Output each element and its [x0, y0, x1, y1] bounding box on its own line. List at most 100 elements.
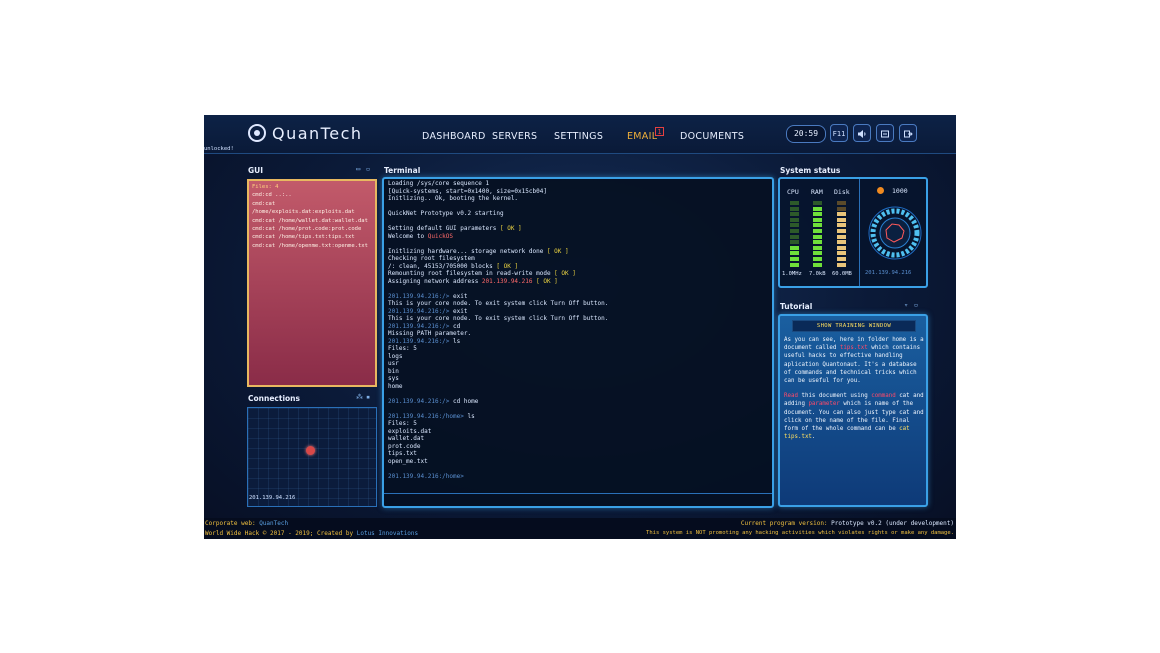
highlight: 201.139.94.216	[478, 277, 533, 285]
system-ip: 201.139.94.216	[865, 270, 912, 276]
disk-value: 60.0MB	[832, 271, 852, 277]
line-text	[388, 465, 392, 472]
cpu-label: CPU	[787, 188, 799, 196]
terminal-line: This is your core node. To exit system c…	[388, 300, 768, 308]
meter-segment	[837, 206, 846, 211]
line-text: open_me.txt	[388, 457, 428, 465]
program-version: Current program version: Prototype v0.2 …	[740, 520, 954, 527]
prompt: 201.139.94.216:/home>	[388, 472, 464, 480]
prompt: 201.139.94.216:/>	[388, 337, 450, 345]
meter-segment	[790, 217, 799, 222]
ok-status: [ OK ]	[532, 277, 558, 285]
monitor-icon[interactable]: ▭	[356, 165, 360, 173]
terminal-line: 201.139.94.216:/> ls	[388, 338, 768, 346]
meter-segment	[790, 234, 799, 239]
cpu-value: 1.0MHz	[782, 271, 802, 277]
prompt: 201.139.94.216:/>	[388, 307, 450, 315]
meter-segment	[813, 229, 822, 233]
gui-line[interactable]: cmd:cat /home/prot.code:prot.code	[252, 225, 372, 233]
nav-settings[interactable]: SETTINGS	[554, 131, 603, 142]
line-text: exit	[449, 307, 468, 315]
prompt: 201.139.94.216:/>	[388, 292, 450, 300]
line-text: Initlizing hardware... storage network d…	[388, 247, 544, 255]
meter-segment	[837, 223, 846, 228]
line-text	[388, 405, 392, 412]
terminal-line: usr	[388, 360, 768, 368]
meter-segment	[790, 223, 799, 228]
nav-servers[interactable]: SERVERS	[492, 131, 537, 142]
meter-segment	[813, 251, 822, 256]
fullscreen-button[interactable]: F11	[830, 124, 848, 142]
line-text: exit	[449, 292, 468, 300]
line-text: bin	[388, 367, 399, 375]
network-icon[interactable]: ⁂	[356, 393, 363, 401]
line-text	[388, 203, 392, 210]
connections-map[interactable]: 201.139.94.216	[247, 407, 377, 507]
terminal-line: Initlizing hardware... storage network d…	[388, 248, 768, 256]
gui-line[interactable]: cmd:cat /home/openme.txt:openme.txt	[252, 242, 372, 250]
filter-icon[interactable]: ▿	[904, 301, 908, 309]
gui-panel-title: GUI	[248, 166, 264, 175]
tutorial-paragraph-1: As you can see, here in folder home is a…	[784, 337, 924, 385]
line-text: usr	[388, 360, 399, 367]
line-text: Missing PATH parameter.	[388, 330, 472, 337]
line-text: Assigning network address	[388, 277, 479, 285]
terminal-line: Checking root filesystem	[388, 255, 768, 263]
line-text: Initlizing.. Ok, booting the kernel.	[388, 195, 519, 202]
terminal-line: Files: 5	[388, 345, 768, 353]
line-text: This is your core node. To exit system c…	[388, 300, 609, 307]
terminal-window[interactable]: Loading /sys/core sequence 1 [Quick-syste…	[382, 177, 774, 508]
line-text	[388, 285, 392, 292]
line-text	[388, 218, 392, 225]
turn-off-icon[interactable]	[899, 124, 917, 142]
meter-segment	[837, 201, 846, 205]
line-text: ls	[463, 412, 475, 420]
gui-line: Files: 4	[252, 184, 279, 190]
meter-segment	[813, 262, 822, 267]
meter-segment	[837, 245, 846, 250]
terminal-line: Assigning network address 201.139.94.216…	[388, 278, 768, 286]
tutorial-panel: SHOW TRAINING WINDOW As you can see, her…	[778, 314, 928, 507]
terminal-line: /: clean, 45153/705000 blocks [ OK ]	[388, 263, 768, 271]
prompt: 201.139.94.216:/home>	[388, 412, 464, 420]
gui-line[interactable]: cmd:cat /home/tips.txt:tips.txt	[252, 233, 372, 241]
meter-segment	[813, 223, 822, 228]
nav-email[interactable]: EMAIL	[627, 131, 657, 142]
help-icon[interactable]: ▫	[914, 301, 918, 309]
tutorial-paragraph-2: Read this document using command cat and…	[784, 393, 924, 441]
highlight: QuickOS	[424, 232, 454, 240]
line-text: Loading /sys/core sequence 1	[388, 180, 490, 187]
line-text: cd home	[449, 397, 479, 405]
line-text: Welcome to	[388, 232, 425, 240]
line-text: This is your core node. To exit system c…	[388, 315, 609, 322]
terminal-input-area[interactable]	[384, 493, 772, 506]
nav-dashboard[interactable]: DASHBOARD	[422, 131, 486, 142]
edit-icon[interactable]: ▫	[366, 165, 370, 173]
terminal-line: home	[388, 383, 768, 391]
sound-icon[interactable]	[853, 124, 871, 142]
disclaimer: This system is NOT promoting any hacking…	[646, 530, 954, 536]
disk-label: Disk	[834, 188, 850, 196]
gui-line[interactable]: cmd:cd ..:..	[252, 191, 372, 199]
terminal-line: 201.139.94.216:/home>	[388, 473, 768, 481]
nav-documents[interactable]: DOCUMENTS	[680, 131, 744, 142]
divider	[859, 179, 860, 286]
gui-line[interactable]: cmd:cat	[252, 200, 372, 208]
line-text: tips.txt	[388, 450, 417, 457]
show-training-window-button[interactable]: SHOW TRAINING WINDOW	[792, 320, 916, 332]
terminal-line: 201.139.94.216:/> exit	[388, 293, 768, 301]
system-status-panel: CPU RAM Disk 1.0MHz 7.0kB 60.0MB 1000 20…	[778, 177, 928, 288]
game-screen: QuanTech DASHBOARD SERVERS SETTINGS EMAI…	[204, 115, 956, 539]
gui-file-panel[interactable]: Files: 4 cmd:cd ..:.. cmd:cat /home/expl…	[247, 179, 377, 387]
terminal-line: tips.txt	[388, 450, 768, 458]
line-text: /: clean, 45153/705000 blocks	[388, 262, 493, 270]
line-text: wallet.dat	[388, 435, 425, 442]
gui-line[interactable]: /home/exploits.dat:exploits.dat	[252, 208, 372, 216]
window-icon[interactable]	[876, 124, 894, 142]
node-marker[interactable]	[306, 446, 315, 455]
meter-segment	[790, 257, 799, 261]
meter-segment	[813, 245, 822, 250]
gui-line[interactable]: cmd:cat /home/wallet.dat:wallet.dat	[252, 217, 372, 225]
ram-value: 7.0kB	[809, 271, 826, 277]
signal-icon[interactable]: ▪	[366, 393, 370, 401]
